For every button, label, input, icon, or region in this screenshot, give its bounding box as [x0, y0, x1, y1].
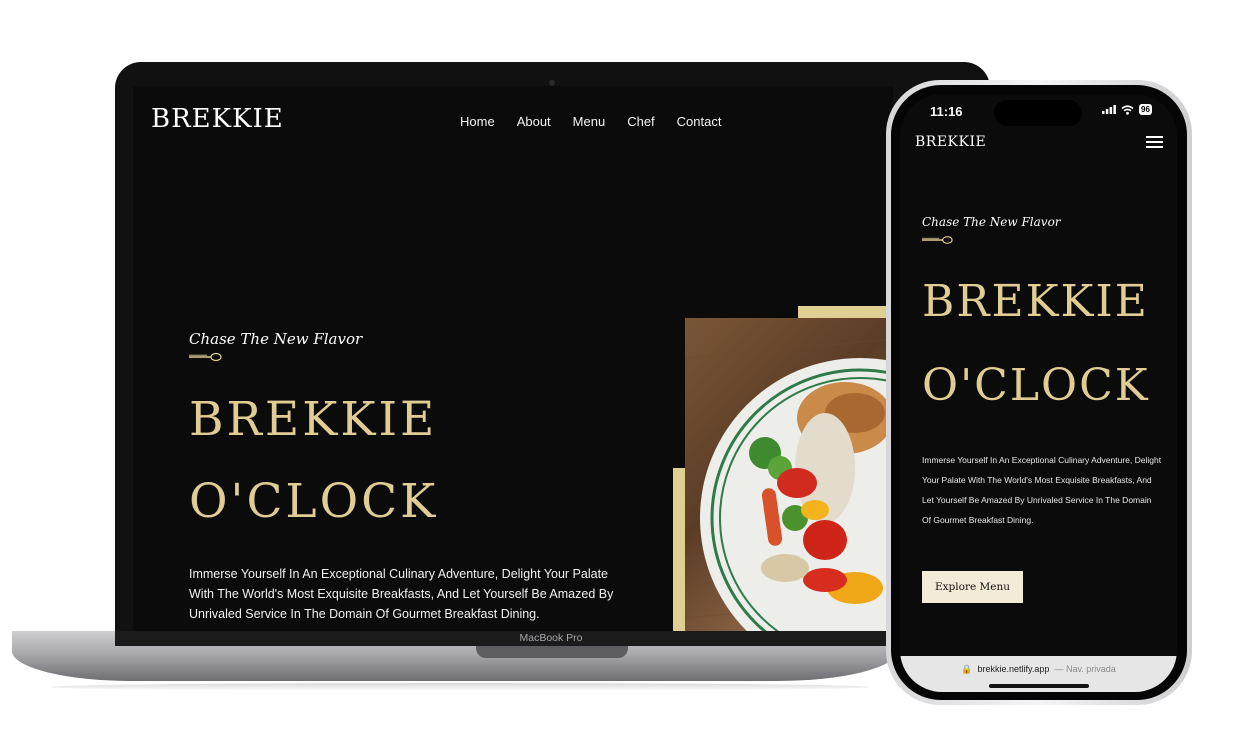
explore-menu-button[interactable]: Explore Menu [922, 571, 1023, 603]
lock-icon: 🔒 [961, 664, 973, 674]
main-nav: Home About Menu Chef Contact [460, 114, 721, 129]
nav-chef[interactable]: Chef [627, 114, 654, 129]
hero-title-line1: BREKKIE [189, 392, 438, 447]
nav-about[interactable]: About [517, 114, 551, 129]
nav-home[interactable]: Home [460, 114, 495, 129]
phone-hero-title-line2: O'CLOCK [922, 360, 1150, 411]
hero-description: Immerse Yourself In An Exceptional Culin… [189, 567, 614, 621]
home-indicator[interactable] [989, 684, 1089, 688]
url-text[interactable]: brekkie.netlify.app [977, 664, 1049, 674]
dynamic-island [994, 100, 1082, 126]
battery-icon: 96 [1139, 104, 1152, 115]
status-time: 11:16 [930, 104, 963, 119]
laptop-shadow [50, 683, 870, 691]
phone-screen: 11:16 96 BREKKIE Chase The New Flavor BR… [900, 94, 1177, 692]
laptop-model-label: MacBook Pro [519, 632, 583, 644]
phone-hero-title-line1: BREKKIE [922, 276, 1149, 327]
spoon-icon [922, 236, 953, 244]
spoon-icon [189, 352, 222, 362]
phone-site-logo[interactable]: BREKKIE [915, 134, 986, 150]
phone-hero-description: Immerse Yourself In An Exceptional Culin… [922, 455, 1162, 525]
laptop-notch [476, 646, 628, 658]
hero-title-line2: O'CLOCK [189, 474, 439, 529]
phone-power-button [1188, 282, 1192, 354]
nav-contact[interactable]: Contact [677, 114, 722, 129]
nav-menu[interactable]: Menu [573, 114, 606, 129]
phone-hero-tagline: Chase The New Flavor [922, 215, 1061, 229]
hero-tagline: Chase The New Flavor [189, 330, 363, 348]
site-logo[interactable]: BREKKIE [151, 104, 284, 134]
wifi-icon [1121, 104, 1134, 115]
signal-icon [1102, 105, 1116, 114]
hamburger-menu-icon[interactable] [1146, 136, 1163, 151]
status-icons: 96 [1102, 104, 1152, 115]
private-mode-label: — Nav. privada [1054, 664, 1116, 674]
laptop-screen: BREKKIE Home About Menu Chef Contact Cha… [133, 86, 893, 631]
food-plate-image [685, 318, 893, 631]
